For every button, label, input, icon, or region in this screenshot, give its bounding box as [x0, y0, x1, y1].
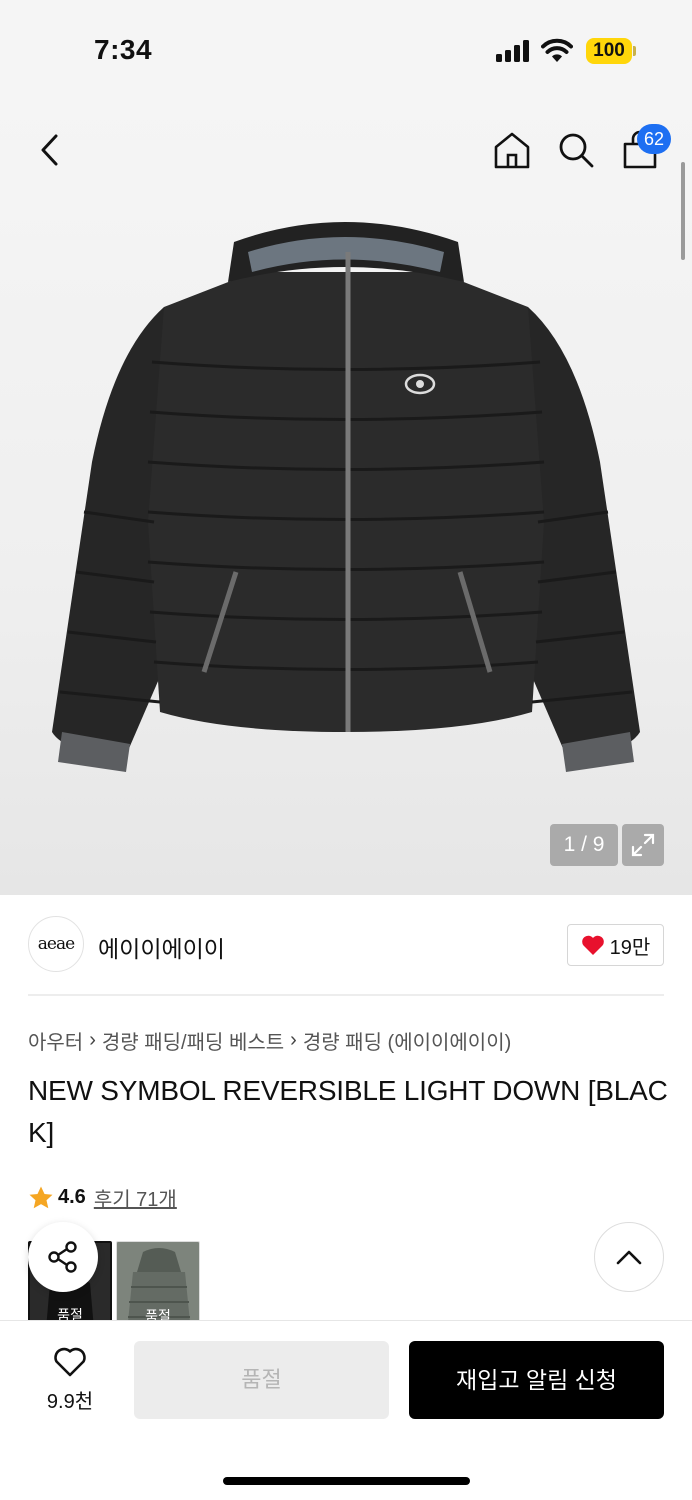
brand-like-button[interactable]: 19만: [567, 924, 664, 966]
share-icon: [48, 1241, 77, 1273]
soldout-button[interactable]: 품절: [134, 1341, 389, 1419]
back-button[interactable]: [28, 128, 72, 172]
home-button[interactable]: [490, 128, 534, 172]
brand-logo[interactable]: aeae: [28, 916, 84, 972]
product-title: NEW SYMBOL REVERSIBLE LIGHT DOWN [BLACK]: [28, 1075, 668, 1148]
heart-outline-icon: [54, 1347, 86, 1377]
wishlist-button[interactable]: 9.9천: [28, 1346, 112, 1414]
breadcrumb-item[interactable]: 경량 패딩/패딩 베스트: [102, 1026, 284, 1055]
breadcrumb-item[interactable]: 아우터: [28, 1026, 83, 1055]
chevron-up-icon: [616, 1250, 642, 1265]
battery-nub: [633, 46, 636, 56]
brand-like-count: 19만: [609, 936, 651, 959]
signal-icon: [496, 40, 532, 62]
scroll-top-button[interactable]: [594, 1222, 664, 1292]
wishlist-count: 9.9천: [46, 1391, 94, 1413]
option-thumbnail[interactable]: 품절: [116, 1241, 200, 1331]
search-icon: [559, 133, 594, 168]
star-icon: [29, 1186, 53, 1208]
home-icon: [494, 132, 530, 169]
battery-icon: 100: [586, 38, 632, 64]
chevron-right-icon: ›: [89, 1029, 96, 1051]
search-button[interactable]: [554, 128, 598, 172]
breadcrumb-item[interactable]: 경량 패딩 (에이이에이이): [303, 1026, 511, 1055]
status-bar: 7:34 100: [0, 0, 692, 100]
chevron-right-icon: ›: [290, 1029, 297, 1051]
product-rating: 4.6 후기 71개: [28, 1183, 177, 1212]
status-time: 7:34: [94, 34, 153, 65]
expand-icon: [631, 833, 655, 857]
product-image: [52, 222, 640, 772]
rating-score: 4.6: [58, 1186, 86, 1208]
scrollbar[interactable]: [681, 162, 685, 260]
brand-name[interactable]: 에이이에이이: [98, 930, 225, 964]
home-indicator: [223, 1477, 470, 1485]
restock-notify-button[interactable]: 재입고 알림 신청: [409, 1341, 664, 1419]
divider: [28, 994, 664, 996]
review-count-link[interactable]: 후기 71개: [94, 1183, 177, 1212]
wifi-icon: [541, 38, 573, 62]
image-pager: 1 / 9: [550, 824, 618, 866]
heart-filled-icon: [581, 935, 604, 955]
back-icon: [41, 134, 58, 166]
cart-count-badge: 62: [637, 124, 671, 154]
share-button[interactable]: [28, 1222, 98, 1292]
breadcrumb: 아우터 › 경량 패딩/패딩 베스트 › 경량 패딩 (에이이에이이): [28, 1026, 511, 1055]
expand-button[interactable]: [622, 824, 664, 866]
